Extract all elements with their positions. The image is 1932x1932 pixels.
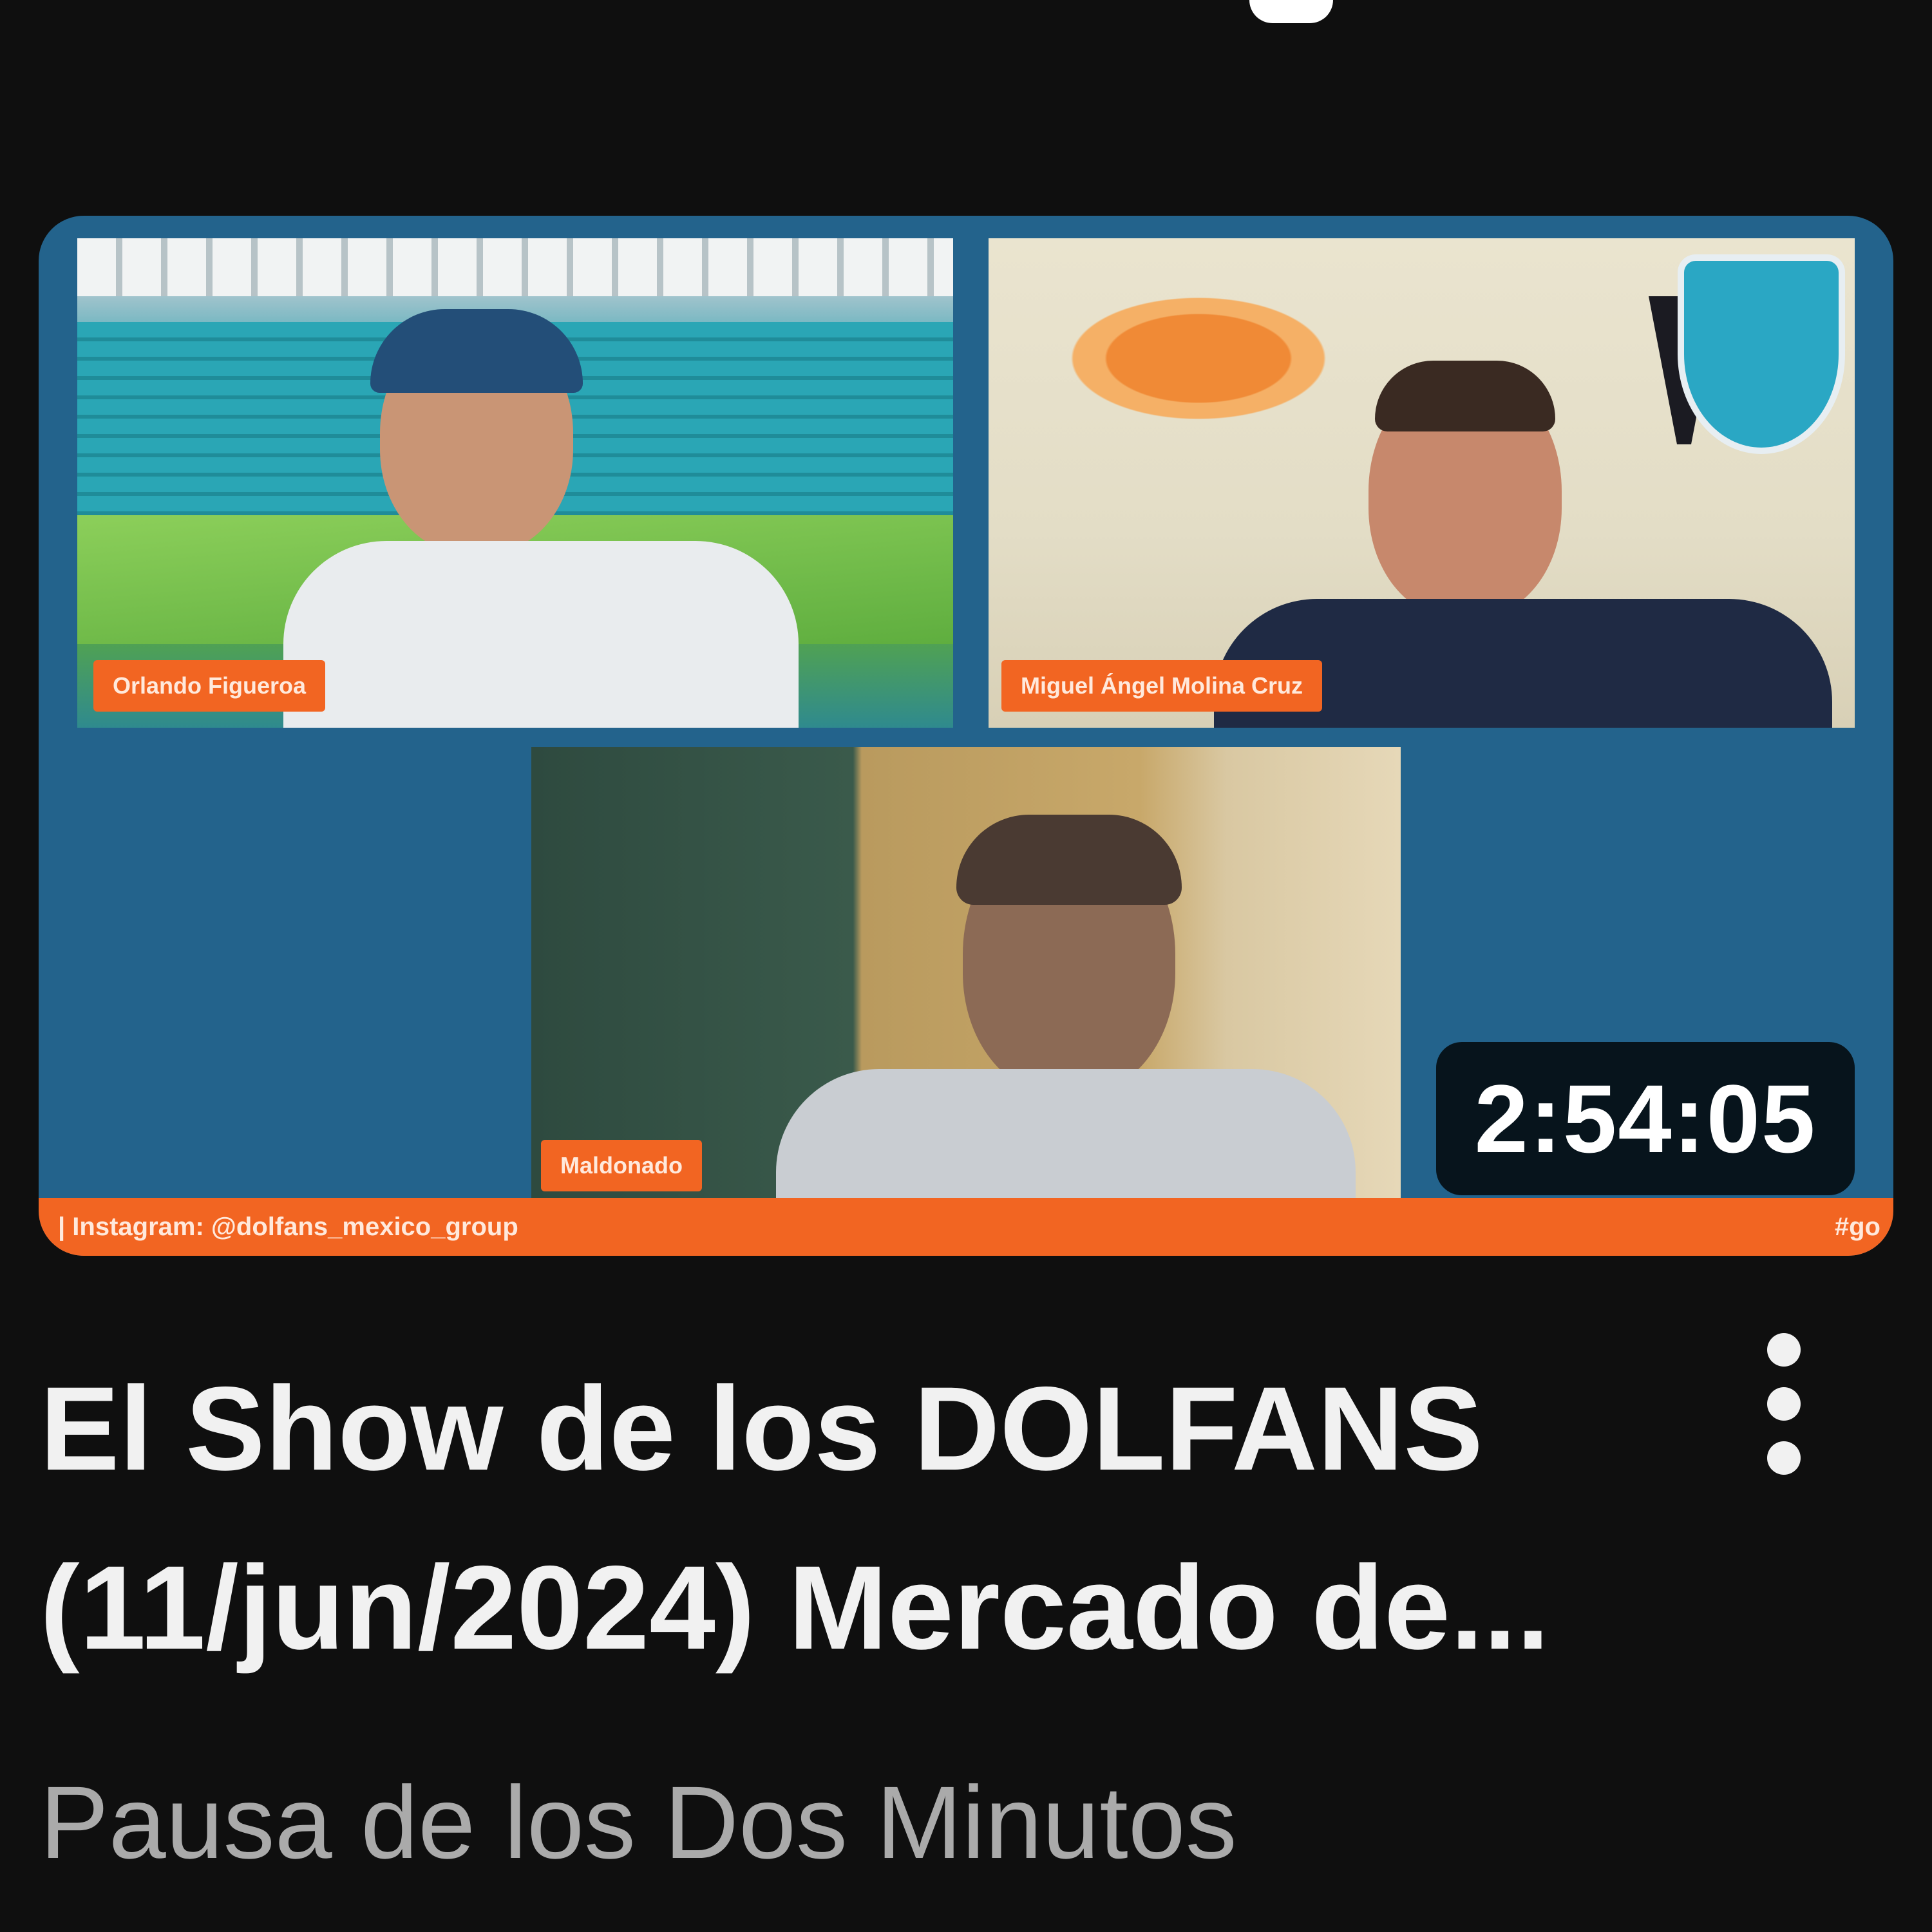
channel-name[interactable]: Pausa de los Dos Minutos: [40, 1758, 1237, 1887]
name-tag: Miguel Ángel Molina Cruz: [1001, 660, 1322, 712]
hair: [956, 815, 1182, 905]
menu-dot: [1767, 1387, 1801, 1421]
video-card[interactable]: Orlando Figueroa Miguel Ángel Molina Cru…: [0, 0, 1932, 1932]
ticker-bar: | Instagram: @dolfans_mexico_group #go: [39, 1198, 1893, 1256]
menu-dot: [1767, 1441, 1801, 1475]
dolphin-logo-icon: [1059, 277, 1368, 425]
hair: [1375, 361, 1555, 431]
more-vertical-icon[interactable]: [1739, 1327, 1829, 1481]
participant-body: [283, 541, 799, 728]
name-tag: Orlando Figueroa: [93, 660, 326, 712]
menu-dot: [1767, 1333, 1801, 1367]
team-badge-icon: [1678, 254, 1845, 454]
ticker-text-right: #go: [1834, 1213, 1880, 1241]
stadium-roof: [77, 238, 953, 296]
duration-badge: 2:54:05: [1436, 1042, 1855, 1195]
name-tag: Maldonado: [541, 1140, 702, 1191]
participant-tile-1: Orlando Figueroa: [77, 238, 953, 728]
ticker-text: | Instagram: @dolfans_mexico_group: [58, 1213, 518, 1241]
participant-body: [776, 1069, 1356, 1198]
video-title[interactable]: El Show de los DOLFANS (11/jun/2024) Mer…: [40, 1340, 1689, 1698]
participant-tile-2: Miguel Ángel Molina Cruz: [989, 238, 1855, 728]
clipped-heading-fragment: [1249, 0, 1333, 23]
participant-tile-3: Maldonado: [531, 747, 1401, 1198]
